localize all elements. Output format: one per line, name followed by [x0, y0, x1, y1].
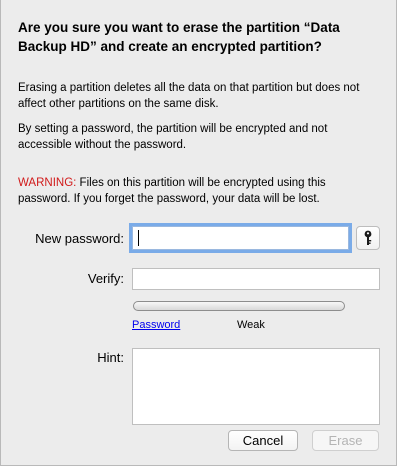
- hint-field[interactable]: [132, 348, 380, 425]
- password-strength-label: Weak: [237, 319, 265, 331]
- new-password-field[interactable]: [132, 226, 349, 250]
- warning-text-block: WARNING: Files on this partition will be…: [18, 175, 378, 207]
- erase-explanation-text: Erasing a partition deletes all the data…: [18, 82, 360, 110]
- verify-label: Verify:: [87, 271, 124, 286]
- erase-button[interactable]: Erase: [312, 430, 379, 451]
- new-password-label: New password:: [35, 231, 124, 246]
- warning-label: WARNING:: [18, 177, 77, 189]
- erase-partition-dialog: Are you sure you want to erase the parti…: [0, 0, 397, 466]
- password-strength-meter: [133, 301, 345, 311]
- password-link[interactable]: Password: [132, 319, 180, 331]
- hint-label: Hint:: [97, 350, 124, 365]
- text-cursor: [138, 230, 139, 246]
- encryption-explanation-text: By setting a password, the partition wil…: [18, 123, 328, 151]
- password-assistant-button[interactable]: [356, 226, 380, 250]
- verify-password-field[interactable]: [132, 268, 380, 290]
- cancel-button[interactable]: Cancel: [228, 430, 298, 451]
- dialog-title: Are you sure you want to erase the parti…: [18, 20, 340, 54]
- key-icon: [364, 230, 372, 245]
